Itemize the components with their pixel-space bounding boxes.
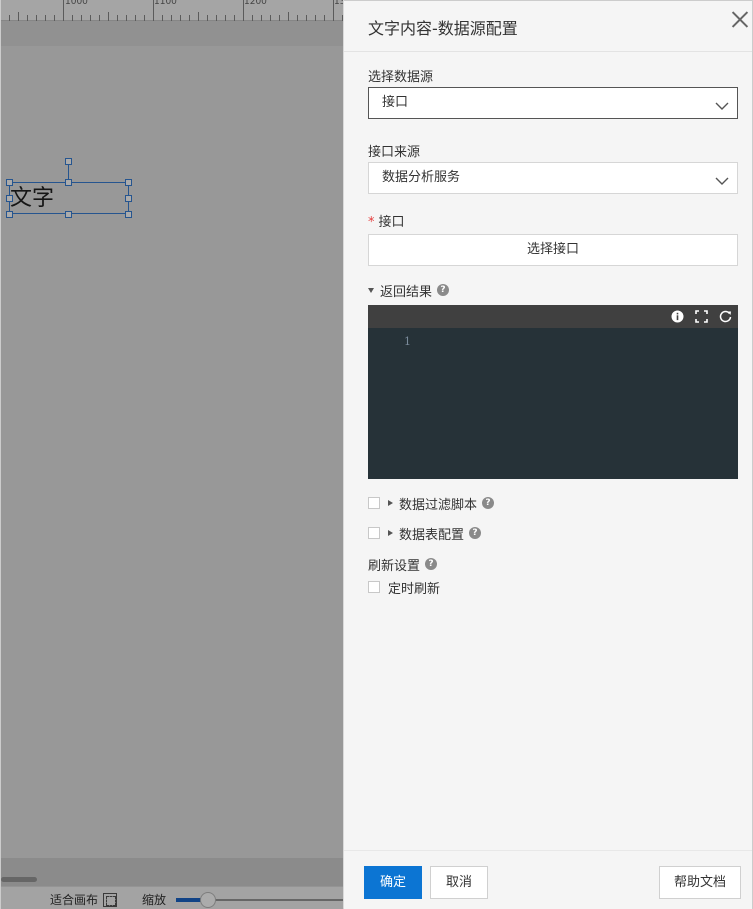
timed-refresh-checkbox[interactable] [368, 581, 380, 593]
table-config-row[interactable]: 数据表配置 ? [368, 524, 482, 543]
datasource-select[interactable]: 接口 [368, 87, 738, 119]
help-icon[interactable]: ? [425, 558, 438, 570]
datasource-config-drawer: 文字内容-数据源配置 选择数据源 接口 接口来源 数据分析服务 * 接口 选择接口… [343, 0, 753, 909]
fullscreen-icon[interactable] [695, 310, 708, 323]
required-mark: * [368, 215, 375, 230]
modal-mask[interactable] [1, 0, 344, 909]
caret-right-icon[interactable] [388, 530, 393, 536]
table-config-label: 数据表配置 [399, 527, 465, 543]
datasource-label: 选择数据源 [368, 70, 434, 85]
help-icon[interactable]: ? [469, 527, 482, 539]
api-source-select[interactable]: 数据分析服务 [368, 162, 738, 194]
result-code-editor[interactable]: 1 [368, 305, 738, 479]
help-doc-button[interactable]: 帮助文档 [659, 866, 741, 899]
refresh-icon[interactable] [719, 310, 732, 323]
help-icon[interactable]: ? [482, 497, 495, 509]
confirm-button[interactable]: 确定 [364, 866, 422, 899]
chevron-down-icon [715, 170, 729, 185]
api-label-text: 接口 [378, 215, 405, 230]
editor-toolbar [368, 305, 738, 328]
timed-refresh-label: 定时刷新 [388, 581, 441, 597]
caret-right-icon[interactable] [388, 500, 393, 506]
drawer-header: 文字内容-数据源配置 [344, 0, 752, 52]
design-canvas[interactable]: 1000 1100 1200 13 文字 适合画布 缩放 [0, 0, 344, 909]
chevron-down-icon [715, 95, 729, 110]
filter-script-label: 数据过滤脚本 [399, 497, 478, 513]
caret-down-icon [368, 288, 374, 293]
drawer-title: 文字内容-数据源配置 [368, 19, 518, 38]
cancel-button[interactable]: 取消 [430, 866, 488, 899]
api-label: * 接口 [368, 211, 405, 230]
api-source-select-value: 数据分析服务 [382, 170, 461, 185]
table-config-checkbox[interactable] [368, 527, 380, 539]
close-icon[interactable] [730, 10, 750, 30]
result-label: 返回结果 [380, 284, 433, 300]
refresh-settings-heading: 刷新设置 ? [368, 555, 438, 574]
filter-script-row[interactable]: 数据过滤脚本 ? [368, 494, 495, 513]
select-api-button[interactable]: 选择接口 [368, 234, 738, 266]
drawer-footer: 确定 取消 帮助文档 [344, 850, 752, 909]
datasource-select-value: 接口 [382, 95, 409, 110]
help-icon[interactable]: ? [437, 284, 450, 296]
filter-script-checkbox[interactable] [368, 497, 380, 509]
timed-refresh-row[interactable]: 定时刷新 [368, 578, 441, 597]
info-icon[interactable] [671, 310, 684, 323]
line-number: 1 [404, 335, 411, 348]
result-collapse-toggle[interactable]: 返回结果 ? [368, 281, 450, 300]
api-source-label: 接口来源 [368, 145, 421, 160]
refresh-settings-label: 刷新设置 [368, 558, 421, 574]
